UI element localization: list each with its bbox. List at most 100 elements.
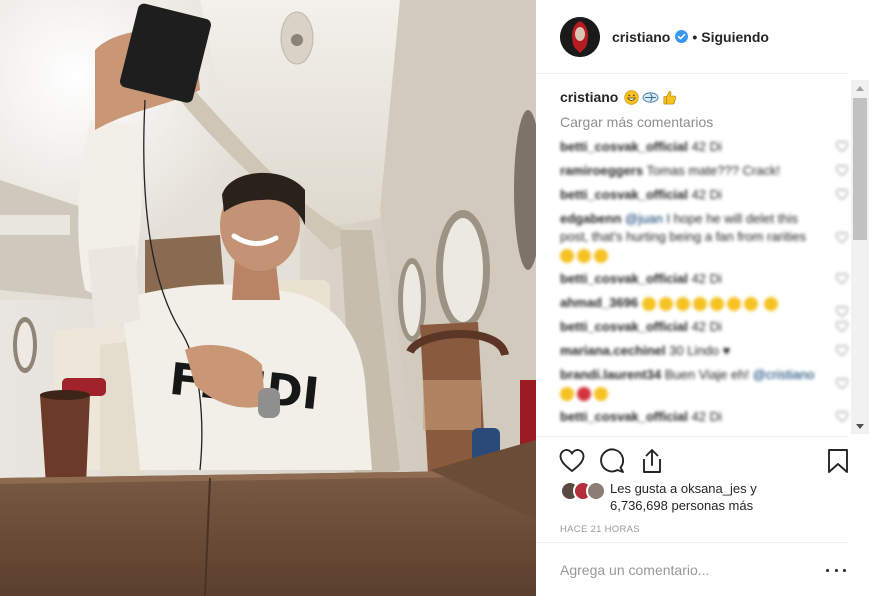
comment-text: 30 Lindo bbox=[669, 343, 720, 358]
comment-heart-icon[interactable] bbox=[836, 378, 848, 390]
liker-username[interactable]: oksana_jes bbox=[681, 481, 747, 496]
more-options-button[interactable] bbox=[826, 563, 846, 577]
scroll-up-arrow-icon[interactable] bbox=[851, 80, 869, 96]
verified-badge-icon bbox=[675, 30, 689, 43]
likes-suffix[interactable]: personas más bbox=[671, 498, 753, 513]
more-options-icon bbox=[834, 568, 838, 572]
scroll-down-arrow-icon[interactable] bbox=[851, 418, 869, 434]
caption-username[interactable]: cristiano bbox=[560, 88, 618, 106]
header-separator: • bbox=[692, 28, 698, 45]
comment-username[interactable]: mariana.cechinel bbox=[560, 343, 666, 358]
emoji-icon bbox=[743, 296, 758, 311]
emoji-icon bbox=[594, 386, 608, 401]
comment-heart-icon[interactable] bbox=[836, 306, 848, 318]
comment-username[interactable]: brandi.laurent34 bbox=[560, 367, 661, 382]
heart-emoji-icon: ♥ bbox=[722, 343, 731, 358]
comment-heart-icon[interactable] bbox=[836, 321, 848, 333]
likes-connector: y bbox=[750, 481, 757, 496]
airplane-emoji-icon bbox=[642, 91, 659, 103]
emoji-icon bbox=[726, 296, 741, 311]
emoji-icon bbox=[764, 296, 779, 311]
share-button[interactable] bbox=[638, 447, 666, 475]
comment-username[interactable]: edgabenn bbox=[560, 211, 621, 226]
comment-text: 42 Di bbox=[691, 409, 722, 424]
comment-item: betti_cosvak_official 42 Di bbox=[560, 186, 850, 204]
liker-avatars[interactable] bbox=[560, 481, 610, 503]
comments-scrollbar[interactable] bbox=[851, 80, 869, 434]
comment-item: brandi.laurent34 Buen Viaje eh! @cristia… bbox=[560, 366, 850, 402]
add-comment-bar bbox=[536, 542, 848, 596]
thumbs-up-emoji-icon bbox=[663, 90, 677, 104]
comment-username[interactable]: betti_cosvak_official bbox=[560, 319, 688, 334]
emoji-icon bbox=[709, 296, 724, 311]
emoji-icon bbox=[594, 248, 608, 263]
comment-mention[interactable]: @cristiano bbox=[753, 367, 815, 382]
likes-prefix: Les gusta a bbox=[610, 481, 678, 496]
author-avatar-image bbox=[560, 16, 600, 57]
comment-username[interactable]: ahmad_3696 bbox=[560, 295, 638, 310]
more-options-icon bbox=[826, 568, 829, 572]
comment-username[interactable]: ramiroeggers bbox=[560, 163, 643, 178]
comment-heart-icon[interactable] bbox=[836, 189, 848, 201]
comments-section[interactable]: cristiano Cargar más comentarios betti_c… bbox=[536, 78, 870, 434]
comment-button[interactable] bbox=[598, 447, 626, 475]
more-options-icon bbox=[843, 568, 846, 572]
comment-item: mariana.cechinel 30 Lindo ♥ bbox=[560, 342, 850, 360]
emoji-icon bbox=[577, 386, 591, 401]
comment-text: Tomas mate??? Crack! bbox=[646, 163, 781, 178]
comment-heart-icon[interactable] bbox=[836, 411, 848, 423]
likes-count[interactable]: 6,736,698 bbox=[610, 498, 668, 513]
like-button[interactable] bbox=[558, 447, 586, 475]
comment-username[interactable]: betti_cosvak_official bbox=[560, 409, 688, 424]
likes-text: Les gusta a oksana_jes y 6,736,698 perso… bbox=[610, 480, 757, 514]
comment-heart-icon[interactable] bbox=[836, 232, 848, 244]
likes-summary: Les gusta a oksana_jes y 6,736,698 perso… bbox=[560, 480, 850, 514]
emoji-icon bbox=[560, 248, 574, 263]
comment-item: ramiroeggers Tomas mate??? Crack! bbox=[560, 162, 850, 180]
comment-list: betti_cosvak_official 42 Di ramiroeggers… bbox=[560, 138, 850, 426]
post-timestamp[interactable]: HACE 21 HORAS bbox=[560, 524, 640, 535]
heart-icon bbox=[559, 449, 585, 472]
comment-heart-icon[interactable] bbox=[836, 345, 848, 357]
comment-text: 42 Di bbox=[691, 187, 722, 202]
comment-input[interactable] bbox=[560, 559, 790, 581]
comment-username[interactable]: betti_cosvak_official bbox=[560, 139, 688, 154]
comment-item: betti_cosvak_official 42 Di bbox=[560, 270, 850, 288]
following-button[interactable]: Siguiendo bbox=[701, 29, 769, 45]
emoji-icon bbox=[675, 296, 690, 311]
post-caption: cristiano bbox=[560, 88, 850, 106]
comment-item: betti_cosvak_official 42 Di bbox=[560, 138, 850, 156]
comment-item: betti_cosvak_official 42 Di bbox=[560, 318, 850, 336]
post-photo-illustration: FENDI bbox=[0, 0, 536, 596]
author-username[interactable]: cristiano bbox=[612, 29, 670, 45]
emoji-icon bbox=[641, 296, 656, 311]
save-button[interactable] bbox=[824, 447, 852, 475]
comment-heart-icon[interactable] bbox=[836, 165, 848, 177]
comment-item: ahmad_3696 bbox=[560, 294, 850, 318]
comment-username[interactable]: betti_cosvak_official bbox=[560, 271, 688, 286]
liker-avatar bbox=[586, 481, 606, 501]
emoji-icon bbox=[577, 248, 591, 263]
bookmark-icon bbox=[828, 449, 848, 473]
author-avatar[interactable] bbox=[560, 16, 600, 57]
instagram-post-view: FENDI bbox=[0, 0, 870, 596]
post-actions-bar bbox=[536, 436, 848, 482]
comment-item: edgabenn @juan I hope he will delet this… bbox=[560, 210, 850, 264]
comment-text: Buen Viaje eh! bbox=[664, 367, 750, 382]
grinning-face-emoji-icon bbox=[624, 89, 640, 105]
comment-heart-icon[interactable] bbox=[836, 273, 848, 285]
emoji-icon bbox=[560, 386, 574, 401]
comment-heart-icon[interactable] bbox=[836, 141, 848, 153]
post-details-panel: cristiano • Siguiendo cristiano Cargar m… bbox=[536, 0, 870, 596]
emoji-icon bbox=[658, 296, 673, 311]
comment-text: 42 Di bbox=[691, 271, 722, 286]
comment-username[interactable]: betti_cosvak_official bbox=[560, 187, 688, 202]
post-header: cristiano • Siguiendo bbox=[536, 0, 848, 74]
comment-item: betti_cosvak_official 42 Di bbox=[560, 408, 850, 426]
load-more-comments-link[interactable]: Cargar más comentarios bbox=[560, 114, 850, 130]
comment-icon bbox=[600, 448, 625, 473]
emoji-icon bbox=[692, 296, 707, 311]
post-photo[interactable]: FENDI bbox=[0, 0, 536, 596]
scrollbar-thumb[interactable] bbox=[853, 98, 867, 240]
comment-mention[interactable]: @juan bbox=[625, 211, 663, 226]
